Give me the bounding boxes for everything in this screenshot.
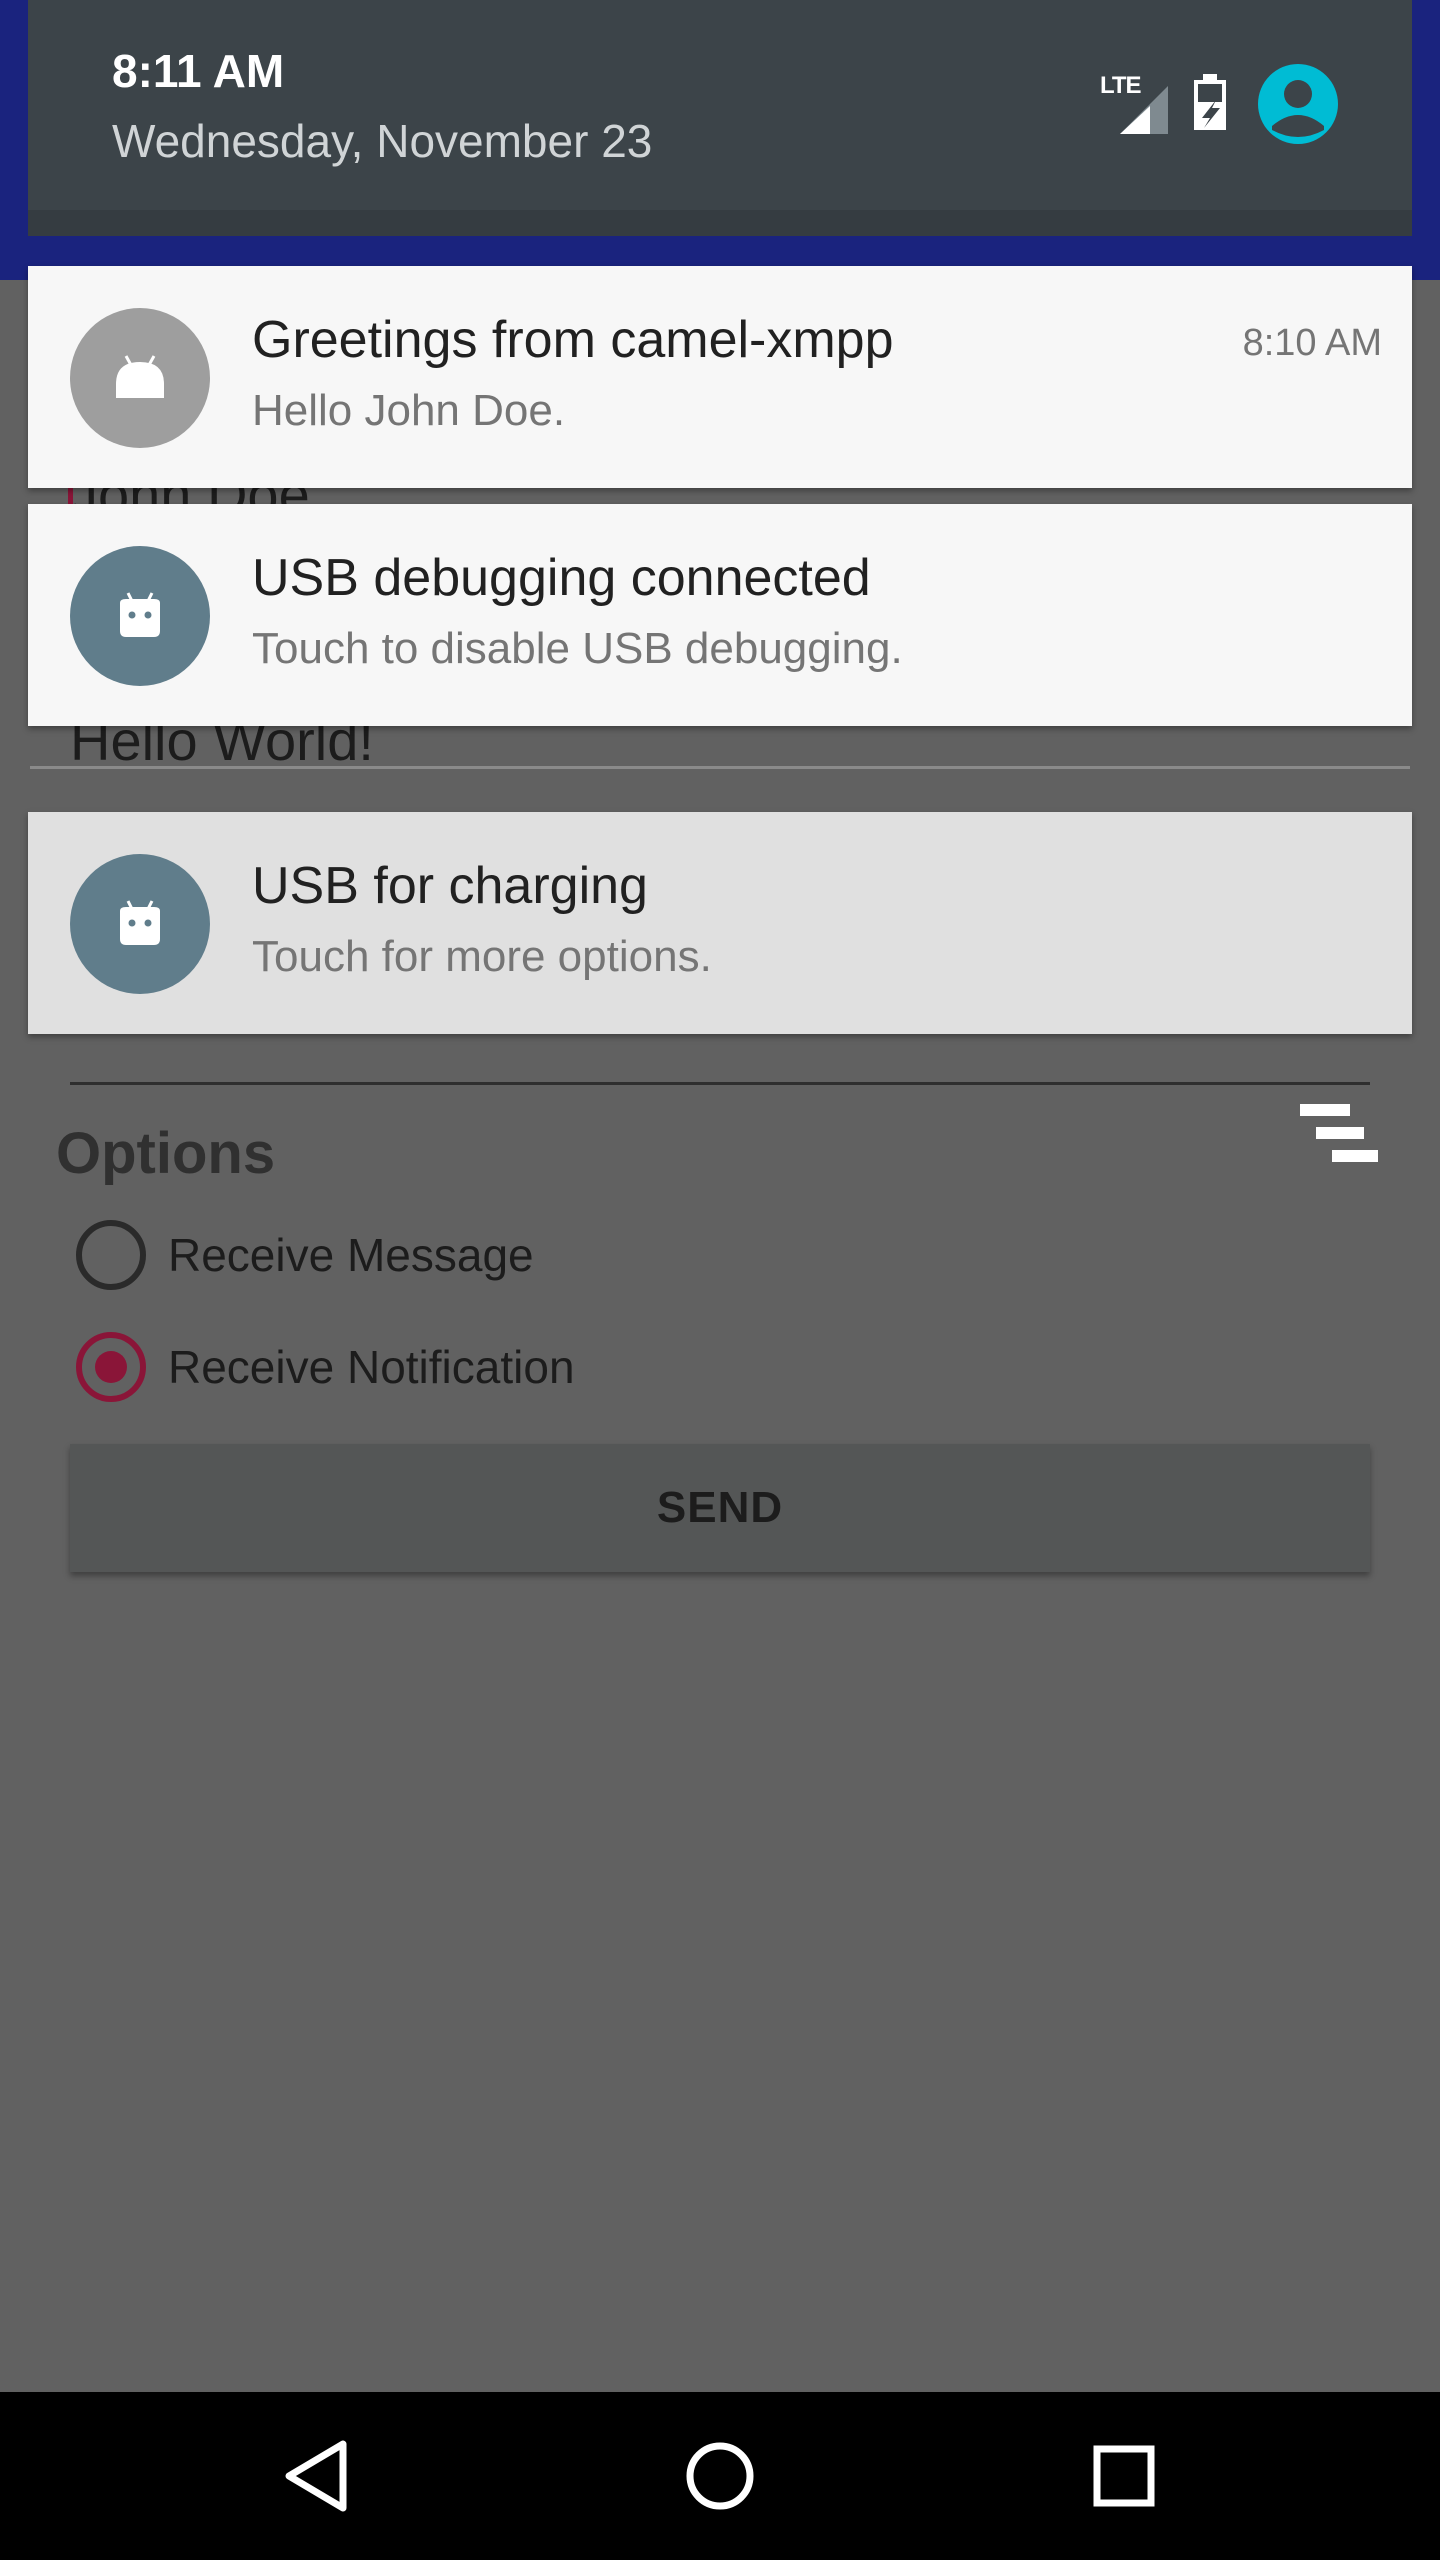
android-icon (70, 854, 210, 994)
radio-button[interactable] (76, 1220, 146, 1290)
notification-time: 8:10 AM (1242, 322, 1382, 364)
lte-signal-icon: LTE (1100, 72, 1170, 136)
battery-icon (1192, 73, 1228, 135)
clock: 8:11 AM (112, 45, 285, 97)
radio-label: Receive Notification (168, 1341, 575, 1393)
radio-button-checked[interactable] (76, 1332, 146, 1402)
back-icon[interactable] (266, 2426, 366, 2526)
options-label: Options (56, 1121, 276, 1186)
notification-title: Greetings from camel-xmpp (252, 311, 894, 369)
status-icons: LTE (1100, 64, 1338, 144)
radio-receive-notification[interactable]: Receive Notification (76, 1332, 575, 1402)
header-shadow (28, 210, 1412, 236)
radio-receive-message[interactable]: Receive Message (76, 1220, 534, 1290)
android-icon (70, 308, 210, 448)
notification-text: Touch to disable USB debugging. (252, 624, 903, 673)
notification-text: Hello John Doe. (252, 386, 566, 435)
date: Wednesday, November 23 (112, 115, 653, 167)
android-icon (70, 546, 210, 686)
notification-usb-debugging[interactable]: USB debugging connected Touch to disable… (28, 504, 1412, 726)
notification-title: USB debugging connected (252, 549, 871, 607)
send-button[interactable]: SEND (70, 1444, 1370, 1572)
recents-icon[interactable] (1074, 2426, 1174, 2526)
navigation-bar (0, 2392, 1440, 2560)
user-account-icon[interactable] (1258, 64, 1338, 144)
divider (70, 1082, 1370, 1085)
home-icon[interactable] (670, 2426, 770, 2526)
notification-usb-charging[interactable]: USB for charging Touch for more options. (28, 812, 1412, 1034)
message-field-underline (30, 766, 1410, 769)
sort-menu-icon[interactable] (1296, 1100, 1382, 1166)
screen: John Doe Hello World! Options Receive Me… (0, 0, 1440, 2560)
radio-label: Receive Message (168, 1229, 534, 1281)
notification-title: USB for charging (252, 857, 648, 915)
notification-camel-xmpp[interactable]: Greetings from camel-xmpp Hello John Doe… (28, 266, 1412, 488)
notification-text: Touch for more options. (252, 932, 712, 981)
